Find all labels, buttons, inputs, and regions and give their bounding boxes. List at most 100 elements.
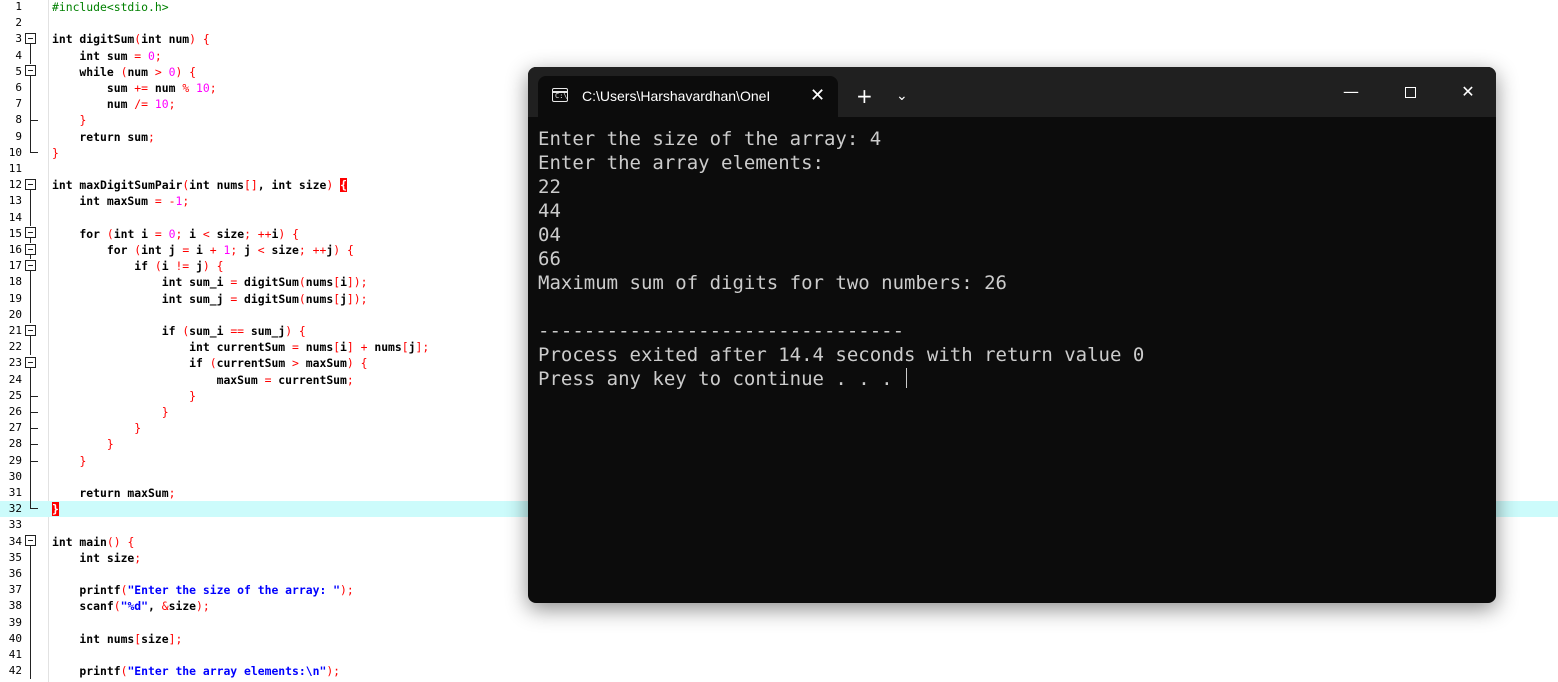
code-line[interactable]: 2 (0, 15, 1558, 31)
fold-guide (25, 566, 39, 583)
terminal-line: Maximum sum of digits for two numbers: 2… (538, 272, 1007, 294)
fold-toggle-icon[interactable] (25, 258, 39, 276)
chevron-down-icon[interactable]: ⌄ (896, 87, 908, 105)
code-text: } (79, 113, 87, 128)
terminal-tab[interactable]: C:\ C:\Users\Harshavardhan\OneI ✕ (538, 76, 838, 117)
line-number: 22 (8, 340, 22, 354)
fold-toggle-icon[interactable] (25, 323, 39, 340)
code-line[interactable]: 4 int sum = 0; (0, 47, 1558, 64)
code-text: if (sum_i == sum_j) { (52, 324, 306, 338)
code-text: int sum_i = digitSum(nums[i]); (52, 275, 368, 290)
code-text: sum += num % 10; (52, 81, 217, 95)
fold-empty (25, 0, 39, 15)
code-line[interactable]: 42 printf("Enter the array elements:\n")… (0, 663, 1558, 680)
code-line[interactable]: 39 (0, 614, 1558, 631)
fold-guide (25, 598, 39, 615)
fold-guide (25, 387, 39, 404)
code-text: for (int i = 0; i < size; ++i) { (52, 226, 299, 241)
fold-guide (25, 47, 39, 64)
code-text: if (currentSum > maxSum) { (52, 356, 368, 371)
code-text: } (189, 388, 197, 403)
fold-toggle-icon[interactable] (25, 534, 39, 551)
line-number: 9 (15, 129, 22, 143)
fold-guide (25, 452, 39, 469)
code-text: while (num > 0) { (52, 64, 197, 79)
fold-toggle-icon[interactable] (25, 226, 39, 243)
fold-guide (25, 274, 39, 291)
fold-toggle-icon[interactable] (25, 177, 39, 195)
line-number: 28 (8, 437, 22, 451)
code-text: int currentSum = nums[i] + nums[j]; (52, 340, 430, 355)
code-line[interactable]: 40 int nums[size]; (0, 630, 1558, 647)
line-number: 18 (8, 275, 22, 289)
fold-empty (25, 15, 39, 31)
code-text: return maxSum; (52, 486, 176, 500)
code-text: printf("Enter the size of the array: "); (52, 583, 354, 598)
fold-toggle-icon[interactable] (25, 355, 39, 373)
terminal-line: Press any key to continue . . . (538, 367, 1488, 391)
fold-toggle-icon[interactable] (25, 242, 39, 259)
code-text: int nums[size]; (52, 631, 183, 646)
line-number: 26 (8, 405, 22, 418)
fold-guide (25, 112, 39, 129)
console-icon-glyph: C:\ (555, 92, 568, 100)
fold-guide (25, 630, 39, 647)
close-window-button[interactable]: ✕ (1448, 79, 1488, 105)
maximize-icon (1404, 87, 1416, 98)
fold-toggle-icon[interactable] (25, 64, 39, 81)
terminal-line: 04 (538, 224, 561, 246)
code-line[interactable]: 1 #include<stdio.h> (0, 0, 1558, 15)
code-text: maxSum = currentSum; (52, 372, 354, 387)
line-number: 38 (8, 599, 22, 613)
code-text: } (52, 145, 59, 160)
terminal-window[interactable]: C:\ C:\Users\Harshavardhan\OneI ✕ + ⌄ — … (528, 67, 1496, 603)
code-text: for (int j = i + 1; j < size; ++j) { (52, 243, 354, 257)
terminal-line: Enter the array elements: (538, 152, 824, 174)
line-number: 25 (8, 388, 22, 402)
new-tab-button[interactable]: + (856, 85, 873, 107)
code-text: if (i != j) { (52, 259, 224, 274)
line-number: 34 (8, 534, 22, 548)
line-number: 30 (8, 469, 22, 483)
line-number: 24 (8, 372, 22, 386)
line-number: 39 (8, 615, 22, 629)
fold-guide (25, 339, 39, 356)
fold-guide (25, 420, 39, 437)
code-line[interactable]: 3 int digitSum(int num) { (0, 31, 1558, 49)
terminal-output[interactable]: Enter the size of the array: 4 Enter the … (538, 127, 1488, 391)
code-text: printf("Enter the array elements:\n"); (52, 664, 341, 679)
line-number: 23 (8, 356, 22, 370)
code-line[interactable]: 41 (0, 647, 1558, 664)
terminal-line: Process exited after 14.4 seconds with r… (538, 344, 1145, 366)
fold-guide (25, 96, 39, 113)
line-number: 6 (15, 81, 22, 94)
code-text: int size; (52, 550, 142, 565)
line-number: 11 (8, 162, 22, 175)
minimize-button[interactable]: — (1331, 79, 1371, 105)
fold-guide (25, 290, 39, 307)
line-number: 4 (15, 48, 22, 62)
fold-toggle-icon[interactable] (25, 31, 39, 49)
code-text: int sum_j = digitSum(nums[j]); (52, 291, 368, 306)
fold-guide (25, 582, 39, 599)
code-text: } (134, 421, 142, 436)
fold-empty (25, 517, 39, 533)
line-number: 42 (8, 664, 22, 678)
line-number: 29 (8, 453, 22, 467)
line-number: 17 (8, 259, 22, 273)
line-number: 27 (8, 421, 22, 435)
line-number: 8 (15, 113, 22, 127)
maximize-button[interactable] (1390, 79, 1430, 105)
close-tab-icon[interactable]: ✕ (810, 86, 825, 106)
fold-guide (25, 404, 39, 421)
code-text: int main() { (52, 534, 135, 549)
code-text: int maxDigitSumPair(int nums[], int size… (52, 178, 347, 193)
line-number: 40 (8, 631, 22, 645)
title-bar[interactable]: C:\ C:\Users\Harshavardhan\OneI ✕ + ⌄ — … (528, 67, 1496, 117)
fold-guide (25, 468, 39, 485)
console-icon: C:\ (552, 88, 568, 102)
code-text: scanf("%d", &size); (52, 599, 210, 614)
line-number: 41 (8, 648, 22, 661)
line-number: 1 (15, 0, 22, 13)
fold-guide (25, 549, 39, 566)
